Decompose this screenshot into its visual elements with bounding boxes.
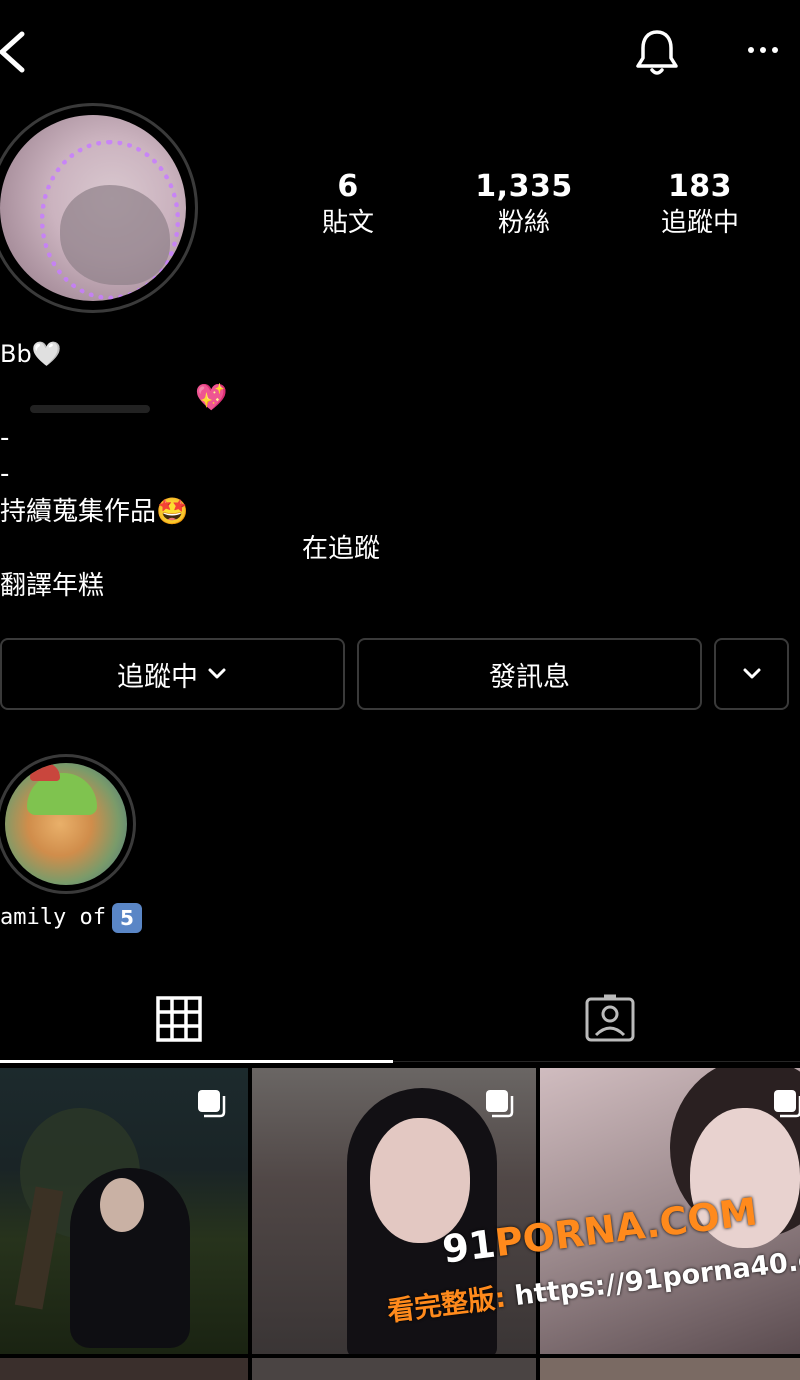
stat-following[interactable]: 183 追蹤中 — [620, 168, 780, 240]
grid-icon[interactable] — [156, 996, 202, 1042]
highlight-label-text: amily of — [0, 905, 106, 930]
message-button-label: 發訊息 — [489, 661, 570, 693]
message-button[interactable]: 發訊息 — [357, 638, 702, 710]
bell-icon[interactable] — [633, 26, 681, 78]
bio-dash-2: - — [0, 459, 10, 489]
following-button-label: 追蹤中 — [117, 661, 198, 693]
suggestions-toggle-button[interactable] — [714, 638, 789, 710]
following-label: 追蹤中 — [660, 208, 739, 238]
avatar[interactable] — [0, 115, 186, 301]
post-thumbnail[interactable] — [252, 1358, 536, 1380]
active-tab-indicator — [0, 1060, 393, 1063]
posts-label: 貼文 — [321, 208, 374, 238]
stat-posts[interactable]: 6 貼文 — [268, 168, 428, 240]
tab-divider — [393, 1061, 800, 1062]
multi-photo-icon — [486, 1090, 514, 1118]
bio-collect-line: 持續蒐集作品🤩 — [0, 497, 189, 527]
story-highlight[interactable] — [5, 763, 127, 885]
followers-label: 粉絲 — [497, 208, 550, 238]
post-thumbnail[interactable] — [540, 1358, 800, 1380]
number-badge: 5 — [111, 903, 142, 933]
more-dots-icon[interactable] — [745, 38, 781, 62]
back-chevron-icon[interactable] — [0, 28, 32, 76]
posts-count: 6 — [337, 169, 359, 204]
highlight-label: amily of 5 — [0, 902, 142, 934]
followed-by-note[interactable]: 在追蹤 — [302, 531, 380, 567]
chevron-down-icon — [208, 668, 226, 679]
multi-photo-icon — [774, 1090, 800, 1118]
translate-link[interactable]: 翻譯年糕 — [0, 568, 104, 604]
post-thumbnail[interactable] — [0, 1068, 248, 1354]
profile-name: Bb🤍 — [0, 340, 62, 368]
multi-photo-icon — [198, 1090, 226, 1118]
bio-emoji: 💖 — [195, 383, 228, 413]
following-count: 183 — [667, 169, 733, 204]
tagged-icon[interactable] — [584, 993, 636, 1043]
stat-followers[interactable]: 1,335 粉絲 — [444, 168, 604, 240]
bio-dash-1: - — [0, 423, 10, 453]
following-button[interactable]: 追蹤中 — [0, 638, 345, 710]
post-thumbnail[interactable] — [0, 1358, 248, 1380]
followers-count: 1,335 — [475, 169, 573, 204]
redacted-text — [30, 405, 150, 413]
chevron-down-icon — [743, 668, 760, 679]
